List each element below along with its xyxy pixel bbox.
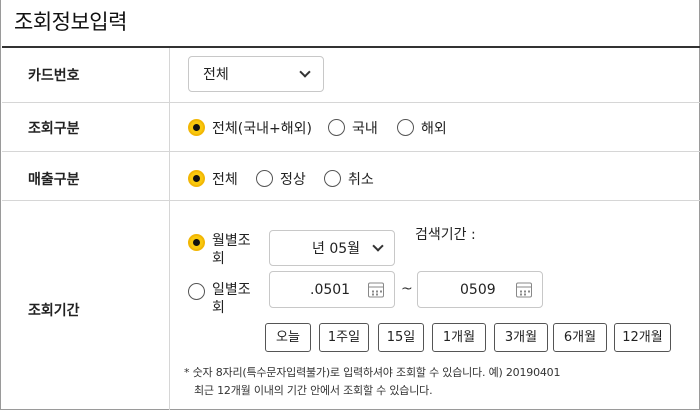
header-rule — [2, 46, 700, 48]
start-date-value: .0501 — [310, 281, 351, 298]
radio-region-overseas-label: 해외 — [421, 121, 447, 137]
radio-region-overseas[interactable] — [397, 119, 414, 136]
row-divider — [2, 102, 700, 103]
radio-sales-all[interactable] — [188, 170, 205, 187]
row-divider — [2, 200, 700, 201]
calendar-icon[interactable] — [516, 282, 532, 297]
quick-button-15-days[interactable]: 15일 — [378, 323, 424, 352]
radio-region-all[interactable] — [188, 119, 205, 136]
radio-sales-normal[interactable] — [256, 170, 273, 187]
radio-period-monthly[interactable] — [188, 234, 205, 251]
card-number-select-value: 전체 — [203, 67, 229, 83]
quick-button-today[interactable]: 오늘 — [265, 323, 311, 352]
calendar-icon[interactable] — [368, 282, 384, 297]
card-number-select[interactable]: 전체 — [188, 56, 324, 92]
search-period-label: 검색기간 : — [415, 227, 476, 243]
page-title: 조회정보입력 — [14, 10, 127, 34]
row-divider — [2, 151, 700, 152]
card-number-label: 카드번호 — [28, 68, 80, 84]
start-date-input[interactable]: .0501 — [269, 271, 395, 308]
radio-region-domestic-label: 국내 — [352, 121, 378, 137]
radio-sales-cancel-label: 취소 — [348, 172, 374, 188]
radio-period-monthly-label: 월별조회 — [212, 233, 251, 267]
radio-period-daily[interactable] — [188, 283, 205, 300]
end-date-value: 0509 — [460, 281, 496, 298]
radio-sales-all-label: 전체 — [212, 172, 238, 188]
chevron-down-icon — [372, 240, 384, 252]
period-label: 조회기간 — [28, 303, 80, 319]
quick-button-12-months[interactable]: 12개월 — [614, 323, 671, 352]
region-label: 조회구분 — [28, 121, 80, 137]
period-limit-note: 최근 12개월 이내의 기간 안에서 조회할 수 있습니다. — [194, 384, 433, 397]
radio-sales-normal-label: 정상 — [280, 172, 306, 188]
month-select[interactable]: 년 05월 — [269, 230, 395, 266]
query-form: 조회정보입력 카드번호 전체 조회구분 전체(국내+해외) 국내 해외 매출구분… — [0, 0, 700, 410]
input-format-note: * 숫자 8자리(특수문자입력불가)로 입력하셔야 조회할 수 있습니다. 예)… — [184, 366, 561, 379]
chevron-down-icon — [299, 66, 311, 78]
quick-button-1-week[interactable]: 1주일 — [319, 323, 369, 352]
radio-period-daily-label: 일별조회 — [212, 282, 251, 316]
quick-button-1-month[interactable]: 1개월 — [432, 323, 486, 352]
month-select-value: 년 05월 — [312, 241, 361, 257]
quick-button-3-months[interactable]: 3개월 — [494, 323, 548, 352]
range-separator: ~ — [401, 281, 413, 297]
radio-region-all-label: 전체(국내+해외) — [212, 121, 312, 137]
radio-region-domestic[interactable] — [328, 119, 345, 136]
quick-button-6-months[interactable]: 6개월 — [553, 323, 607, 352]
radio-sales-cancel[interactable] — [324, 170, 341, 187]
sales-type-label: 매출구분 — [28, 172, 80, 188]
end-date-input[interactable]: 0509 — [417, 271, 543, 308]
